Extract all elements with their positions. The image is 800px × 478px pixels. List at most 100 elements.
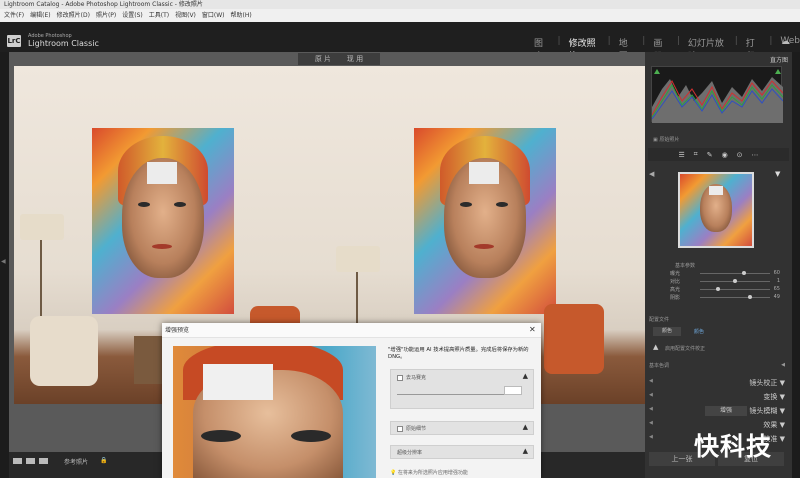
panel-toggle-icon[interactable]: ◀: [649, 434, 653, 440]
right-panel-scrollbar[interactable]: [792, 52, 800, 478]
panel-expand-icon[interactable]: ▼: [780, 407, 785, 415]
demosaic-value[interactable]: [504, 386, 522, 395]
menu-item[interactable]: 照片(P): [96, 9, 116, 22]
left-eye: [460, 202, 472, 207]
panel-collapse-icon[interactable]: ◀: [649, 170, 654, 178]
slider-value[interactable]: 65: [774, 286, 780, 292]
menu-item[interactable]: 工具(T): [149, 9, 169, 22]
menu-item[interactable]: 文件(F): [4, 9, 24, 22]
enhance-dialog: 增强预览 ✕ "增强"功能运用 AI 技术提高照片质量。完成后将保存为新的 DN…: [162, 323, 541, 478]
edit-sliders-icon[interactable]: ☰: [678, 151, 684, 159]
menu-item[interactable]: 视图(V): [175, 9, 196, 22]
panel-expand-icon[interactable]: ▼: [780, 435, 785, 443]
heal-icon[interactable]: ✎: [707, 151, 713, 159]
slider-row[interactable]: 对比 1: [670, 278, 780, 286]
tool-strip: ☰ ⌗ ✎ ◉ ⊙ ⋯: [648, 148, 789, 161]
panel-toggle-icon[interactable]: ◀: [649, 392, 653, 398]
raw-details-checkbox[interactable]: [397, 425, 403, 432]
slider-knob[interactable]: [748, 295, 753, 299]
slider-value[interactable]: 60: [774, 270, 780, 276]
slider-track[interactable]: [700, 289, 770, 290]
forehead-patch: [469, 162, 499, 184]
dialog-footer-text: 在将来为所选照片应用增强功能: [397, 470, 468, 476]
slider-knob[interactable]: [715, 287, 720, 291]
slider-label: 高光: [670, 287, 681, 293]
profile-value[interactable]: 颜色: [653, 327, 681, 336]
slider-track[interactable]: [700, 273, 770, 274]
cloud-sync-icon[interactable]: ☁: [781, 37, 790, 47]
view-yx-icon[interactable]: [39, 458, 48, 464]
panel-expand-icon[interactable]: ▼: [780, 379, 785, 387]
left-eye: [138, 202, 150, 207]
slider-row[interactable]: 高光 65: [670, 286, 780, 294]
view-compare-icon[interactable]: [26, 458, 35, 464]
orange-chair: [544, 304, 604, 374]
panel-toggle-icon[interactable]: ◀: [649, 378, 653, 384]
collapse-arrow-icon[interactable]: ◀: [781, 362, 785, 371]
mask-icon[interactable]: ◉: [722, 151, 728, 159]
menu-item[interactable]: 修改照片(D): [57, 9, 90, 22]
wall-painting: [414, 128, 556, 314]
histogram-header[interactable]: 直方图: [649, 55, 788, 64]
view-grid-icon[interactable]: [13, 458, 22, 464]
panel-expand-icon[interactable]: ▼: [775, 170, 780, 178]
demosaic-checkbox[interactable]: [397, 374, 403, 381]
panel-expand-icon[interactable]: ▼: [780, 421, 785, 429]
preview-right-eye: [291, 430, 331, 442]
slider-value[interactable]: 1: [777, 278, 780, 284]
wall-painting: [92, 128, 234, 314]
lock-icon[interactable]: 🔒: [100, 457, 107, 464]
preview-thumbnail[interactable]: [678, 172, 754, 248]
thumb-forehead: [709, 186, 723, 195]
menu-item[interactable]: 编辑(E): [30, 9, 50, 22]
slider-label: 阴影: [670, 295, 681, 301]
panel-header-1[interactable]: ◀ 变换 ▼: [649, 392, 785, 403]
redeye-icon[interactable]: ⊙: [737, 151, 743, 159]
shadow-clip-icon[interactable]: [654, 69, 660, 74]
option-raw-details[interactable]: 原始细节 ▲: [390, 421, 534, 435]
menu-item[interactable]: 设置(S): [122, 9, 143, 22]
close-icon[interactable]: ✕: [529, 325, 536, 334]
slider-value[interactable]: 49: [774, 294, 780, 300]
histogram-info: ▣ 原始照片: [653, 137, 680, 143]
option-super-resolution[interactable]: 超级分辨率 ▲: [390, 445, 534, 459]
basic-tone-label: 基本色调: [649, 363, 670, 369]
lips: [474, 244, 494, 249]
crop-icon[interactable]: ⌗: [694, 150, 698, 159]
panel-header-0[interactable]: ◀ 镜头校正 ▼: [649, 378, 785, 389]
option-label: 去马赛克: [406, 375, 427, 381]
option-demosaic[interactable]: 去马赛克 ▲: [390, 369, 534, 409]
profile-row-label: 配置文件: [649, 317, 670, 323]
reference-photo-label[interactable]: 参考照片: [64, 457, 88, 466]
forehead-patch: [147, 162, 177, 184]
armchair: [30, 316, 98, 386]
lens-blur-badge[interactable]: 增强: [705, 406, 747, 416]
preview-left-eye: [201, 430, 241, 442]
demosaic-slider[interactable]: [397, 394, 512, 395]
menu-item[interactable]: 帮助(H): [231, 9, 252, 22]
highlight-clip-icon[interactable]: [775, 69, 781, 74]
slider-knob[interactable]: [733, 279, 737, 283]
histogram: [651, 66, 783, 123]
left-panel-collapsed[interactable]: [0, 52, 9, 478]
basic-section-label: 基本参数: [675, 263, 696, 269]
slider-track[interactable]: [700, 297, 770, 298]
basic-tone-row[interactable]: 基本色调 ◀: [649, 362, 785, 371]
enhance-preview[interactable]: [173, 346, 376, 478]
slider-knob[interactable]: [742, 271, 747, 275]
more-icon[interactable]: ⋯: [752, 151, 759, 159]
panel-toggle-icon[interactable]: ◀: [649, 406, 653, 412]
menu-item[interactable]: 窗口(W): [202, 9, 225, 22]
panel-title: 镜头校正: [749, 379, 778, 387]
warning-icon: ▲: [522, 447, 528, 455]
slider-row[interactable]: 曝光 60: [670, 270, 780, 278]
profile-link[interactable]: 颜色: [694, 328, 704, 335]
right-eye: [174, 202, 186, 207]
panel-expand-icon[interactable]: ▼: [780, 393, 785, 401]
option-label: 原始细节: [406, 426, 427, 432]
preview-forehead-patch: [203, 364, 273, 400]
lamp-shade: [336, 246, 380, 272]
panel-toggle-icon[interactable]: ◀: [649, 420, 653, 426]
expand-left-icon[interactable]: ◀: [1, 258, 6, 265]
slider-row[interactable]: 阴影 49: [670, 294, 780, 302]
